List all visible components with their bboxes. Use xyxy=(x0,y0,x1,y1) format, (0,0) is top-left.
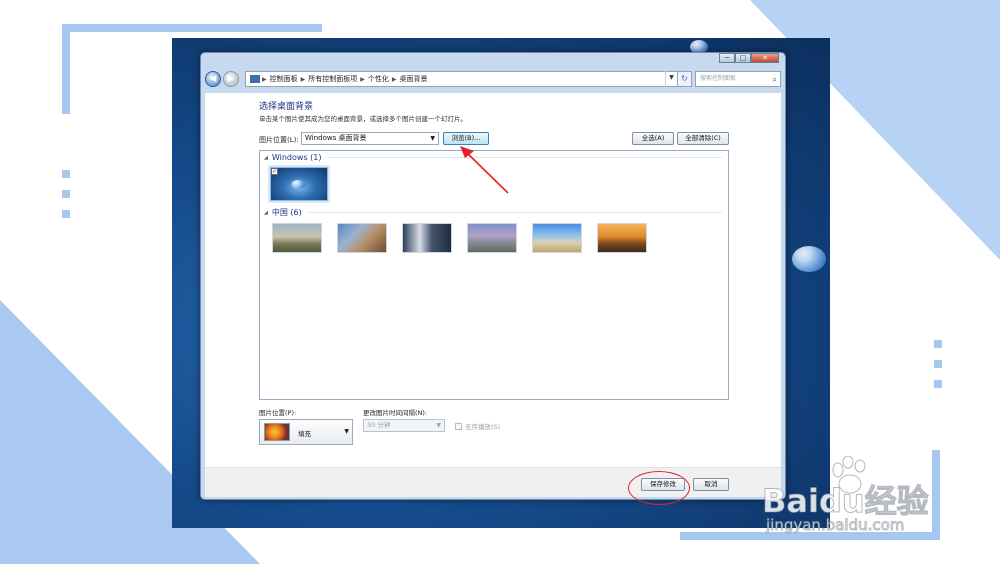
desktop-background-window: ─ □ ✕ ◀ ▶ ▶ 控制面板 ▶ 所有控制面板项 ▶ 个性化 ▶ 桌面背景 … xyxy=(200,52,786,505)
collapse-triangle-icon: ◢ xyxy=(264,209,268,216)
footer-bar: 保存修改 取消 xyxy=(205,467,781,505)
page-description: 单击某个图片使其成为您的桌面背景，或选择多个图片创建一个幻灯片。 xyxy=(259,115,467,123)
back-button[interactable]: ◀ xyxy=(205,71,221,87)
chevron-right-icon: ▶ xyxy=(391,75,397,83)
location-select[interactable]: Windows 桌面背景 ▼ xyxy=(301,132,439,145)
picture-position-value: 填充 xyxy=(298,430,311,438)
chevron-right-icon: ▶ xyxy=(262,75,267,83)
cancel-button[interactable]: 取消 xyxy=(693,478,729,491)
interval-select[interactable]: 30 分钟 ▼ xyxy=(363,419,445,432)
wallpaper-thumb[interactable] xyxy=(597,223,647,253)
control-panel-icon xyxy=(250,75,260,83)
wallpaper-thumb[interactable] xyxy=(272,223,322,253)
group-title: Windows (1) xyxy=(271,153,322,162)
select-all-button[interactable]: 全选(A) xyxy=(632,132,674,145)
close-button[interactable]: ✕ xyxy=(751,53,779,63)
chevron-right-icon: ▶ xyxy=(360,75,365,83)
title-bar: ─ □ ✕ xyxy=(201,53,785,65)
breadcrumb-item[interactable]: 个性化 xyxy=(368,74,389,84)
clear-all-button[interactable]: 全部清除(C) xyxy=(677,132,729,145)
minimize-button[interactable]: ─ xyxy=(719,53,735,63)
breadcrumb-item[interactable]: 桌面背景 xyxy=(400,74,428,84)
refresh-button[interactable]: ↻ xyxy=(678,71,692,87)
water-drop xyxy=(792,246,826,272)
flower-preview-icon xyxy=(264,423,290,441)
watermark-logo: Baidu经验 jingyan.baidu.com xyxy=(762,456,952,546)
picture-position-label: 图片位置(P): xyxy=(259,409,297,417)
navigation-bar: ◀ ▶ ▶ 控制面板 ▶ 所有控制面板项 ▶ 个性化 ▶ 桌面背景 ▼ ↻ 搜索… xyxy=(205,69,781,89)
breadcrumb-item[interactable]: 控制面板 xyxy=(270,74,298,84)
chevron-right-icon: ▶ xyxy=(300,75,306,83)
chevron-down-icon: ▼ xyxy=(344,428,349,435)
main-content: 选择桌面背景 单击某个图片使其成为您的桌面背景，或选择多个图片创建一个幻灯片。 … xyxy=(205,93,781,467)
address-bar[interactable]: ▶ 控制面板 ▶ 所有控制面板项 ▶ 个性化 ▶ 桌面背景 ▼ xyxy=(245,71,678,87)
shuffle-checkbox[interactable]: 无序播放(S) xyxy=(455,421,500,431)
breadcrumb-item[interactable]: 所有控制面板项 xyxy=(308,74,357,84)
page-title: 选择桌面背景 xyxy=(259,102,314,112)
thumb-checkbox[interactable]: ✓ xyxy=(271,168,278,175)
decor-bar-top xyxy=(62,24,322,32)
location-label: 图片位置(L): xyxy=(259,136,299,144)
chevron-down-icon[interactable]: ▼ xyxy=(665,71,677,87)
wallpaper-gallery: ◢ Windows (1) ✓ ◢ 中国 (6) xyxy=(259,150,729,400)
group-header-windows[interactable]: ◢ Windows (1) xyxy=(264,153,722,162)
forward-button[interactable]: ▶ xyxy=(223,71,239,87)
maximize-button[interactable]: □ xyxy=(735,53,751,63)
wallpaper-thumb[interactable]: ✓ xyxy=(270,167,328,201)
checkbox-box[interactable] xyxy=(455,422,462,430)
group-title: 中国 (6) xyxy=(271,208,302,217)
group-header-china[interactable]: ◢ 中国 (6) xyxy=(264,207,722,218)
save-highlight-circle xyxy=(628,471,690,505)
location-value: Windows 桌面背景 xyxy=(305,134,367,142)
search-icon[interactable]: ⌕ xyxy=(773,73,777,87)
wallpaper-thumb[interactable] xyxy=(532,223,582,253)
browse-button[interactable]: 浏览(B)... xyxy=(443,132,489,145)
chevron-down-icon: ▼ xyxy=(436,422,441,429)
watermark-url: jingyan.baidu.com xyxy=(765,516,905,535)
picture-position-select[interactable]: 填充 ▼ xyxy=(259,419,353,445)
interval-value: 30 分钟 xyxy=(367,421,391,429)
wallpaper-thumb[interactable] xyxy=(337,223,387,253)
decor-bar-left xyxy=(62,24,70,114)
interval-label: 更改图片时间间隔(N): xyxy=(363,409,428,417)
wallpaper-thumb[interactable] xyxy=(467,223,517,253)
wallpaper-thumb[interactable] xyxy=(402,223,452,253)
shuffle-label: 无序播放(S) xyxy=(465,423,501,431)
screenshot-stage: ─ □ ✕ ◀ ▶ ▶ 控制面板 ▶ 所有控制面板项 ▶ 个性化 ▶ 桌面背景 … xyxy=(0,0,1000,564)
chevron-down-icon: ▼ xyxy=(430,135,435,142)
search-input[interactable]: 搜索控制面板 ⌕ xyxy=(695,71,781,87)
search-placeholder: 搜索控制面板 xyxy=(700,75,737,82)
collapse-triangle-icon: ◢ xyxy=(264,154,268,161)
